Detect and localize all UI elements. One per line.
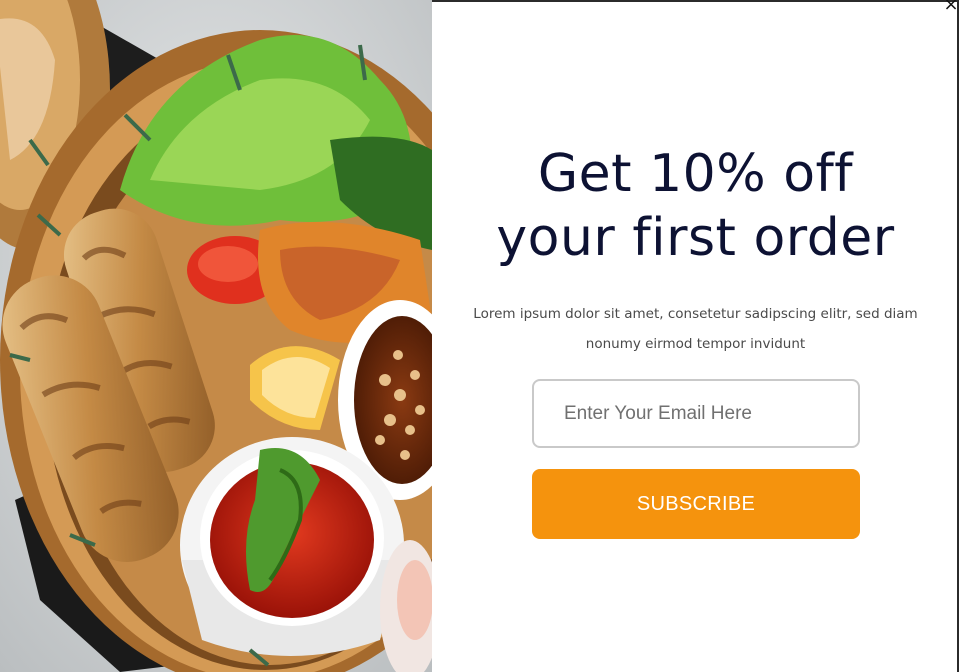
- subscribe-button[interactable]: SUBSCRIBE: [532, 469, 860, 539]
- popup-content: × Get 10% off your first order Lorem ips…: [432, 0, 959, 672]
- popup-description: Lorem ipsum dolor sit amet, consetetur s…: [473, 306, 918, 352]
- email-input[interactable]: [532, 379, 860, 448]
- food-image: [0, 0, 432, 672]
- popup-headline: Get 10% off your first order: [452, 142, 939, 270]
- subscribe-popup: × Get 10% off your first order Lorem ips…: [0, 0, 961, 672]
- headline-line-1: Get 10% off: [537, 144, 854, 204]
- close-icon[interactable]: ×: [942, 0, 960, 14]
- headline-line-2: your first order: [496, 208, 895, 268]
